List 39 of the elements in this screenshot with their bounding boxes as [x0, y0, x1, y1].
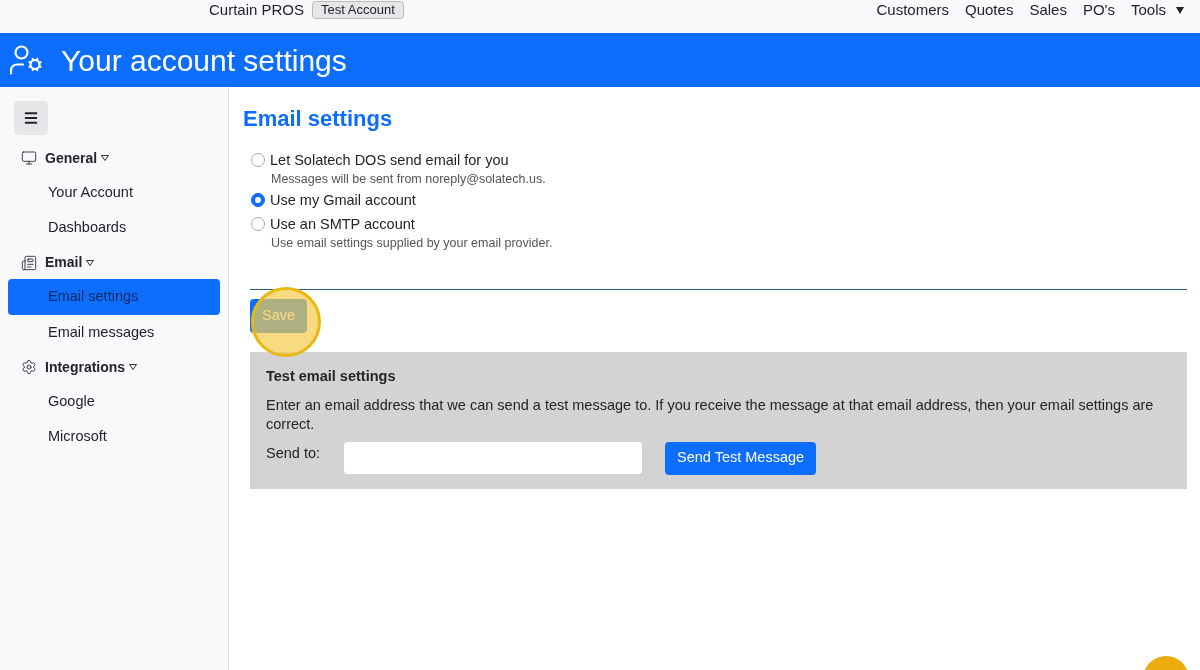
sidebar-item[interactable]: Dashboards: [8, 210, 220, 246]
nav-link[interactable]: Quotes: [965, 0, 1014, 22]
account-badge: Test Account: [312, 1, 404, 19]
caret-icon[interactable]: [1176, 6, 1184, 14]
option-label: Use an SMTP account: [270, 215, 415, 234]
monitor-icon: [21, 150, 37, 166]
send-to-label: Send to:: [266, 443, 321, 463]
menu-button[interactable]: [14, 101, 48, 135]
panel-text: Enter an email address that we can send a test message to. If you receive the message at that email address, then your email settings are correct.: [266, 395, 1155, 434]
sidebar-group[interactable]: Email: [45, 252, 95, 273]
email-field[interactable]: [344, 441, 642, 474]
caret-icon: [101, 155, 110, 161]
caret-icon: [129, 364, 138, 370]
sidebar-item[interactable]: Microsoft: [8, 419, 220, 455]
gear-icon: [21, 359, 37, 375]
option-label: Use my Gmail account: [270, 191, 416, 210]
section-title: Email settings: [243, 105, 394, 133]
nav-link[interactable]: Customers: [876, 0, 949, 22]
radio-button[interactable]: [251, 217, 265, 231]
panel-title: Test email settings: [266, 367, 397, 386]
nav-link[interactable]: Sales: [1029, 0, 1067, 22]
send-test-button[interactable]: Send Test Message: [665, 441, 817, 475]
radio-button[interactable]: [251, 153, 265, 167]
sidebar-item[interactable]: Email messages: [8, 314, 220, 351]
menu-icon: [23, 110, 39, 126]
company-name: Curtain PROS: [209, 1, 305, 18]
sidebar-group[interactable]: General: [45, 147, 110, 169]
page-title: Your account settings: [61, 42, 347, 79]
nav-link[interactable]: PO's: [1082, 0, 1115, 22]
option-hint: Messages will be sent from noreply@solatech.us.: [270, 171, 547, 187]
sidebar-item[interactable]: Your Account: [8, 174, 220, 211]
caret-icon: [86, 259, 95, 266]
nav-link[interactable]: Tools: [1130, 0, 1166, 22]
sidebar-group[interactable]: Integrations: [45, 356, 138, 378]
option-hint: Use email settings supplied by your email provider.: [270, 235, 554, 251]
newspaper-icon: [21, 254, 37, 271]
option-label: Let Solatech DOS send email for you: [270, 151, 509, 170]
radio-button[interactable]: [251, 193, 265, 207]
sidebar-item[interactable]: Google: [8, 383, 220, 420]
